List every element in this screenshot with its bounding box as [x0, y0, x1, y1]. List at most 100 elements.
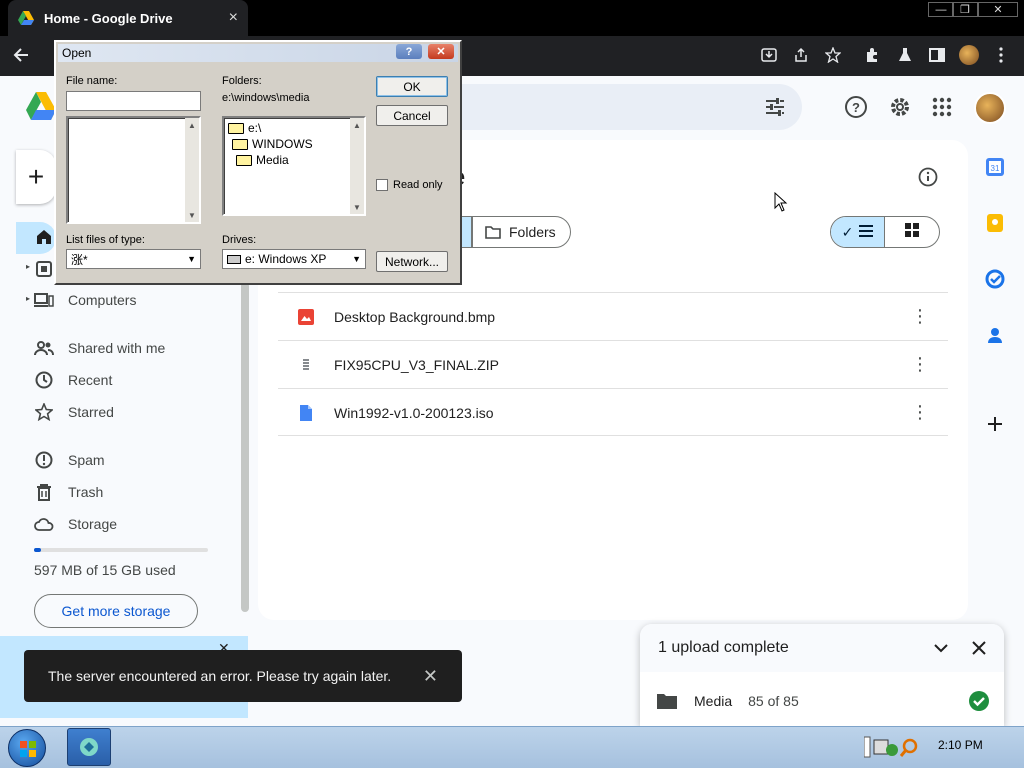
calendar-icon[interactable]: 31 — [985, 157, 1007, 179]
close-panel-icon[interactable] — [972, 641, 986, 655]
expand-arrow-icon[interactable]: ▸ — [26, 262, 30, 271]
folders-label: Folders: — [222, 75, 262, 87]
contacts-icon[interactable] — [985, 325, 1007, 347]
dropdown-arrow-icon[interactable]: ▼ — [352, 254, 361, 264]
storage-usage-fill — [34, 548, 41, 552]
dropdown-arrow-icon[interactable]: ▼ — [187, 254, 196, 264]
clock-icon — [34, 370, 54, 390]
apps-grid-icon[interactable] — [930, 95, 954, 119]
taskbar-clock: 2:10 PM — [938, 738, 983, 752]
open-folder-icon — [228, 122, 244, 134]
extensions-puzzle-icon[interactable] — [862, 44, 884, 66]
sidebar-item-trash[interactable]: Trash — [34, 480, 103, 504]
file-row[interactable]: FIX95CPU_V3_FINAL.ZIP ⋮ — [278, 340, 948, 388]
keep-icon[interactable] — [985, 213, 1007, 235]
drive-icon — [227, 254, 241, 264]
folders-chip[interactable]: Folders — [472, 216, 571, 248]
sidebar-item-spam[interactable]: Spam — [34, 448, 105, 472]
home-icon[interactable] — [35, 228, 53, 251]
mouse-cursor-icon — [774, 191, 788, 217]
read-only-checkbox[interactable]: Read only — [376, 179, 443, 191]
sidebar-scrollbar[interactable] — [241, 282, 249, 612]
browser-tab[interactable]: Home - Google Drive × — [8, 0, 248, 36]
profile-avatar-icon[interactable] — [958, 44, 980, 66]
expand-arrow-icon[interactable]: ▸ — [26, 294, 30, 303]
bookmark-star-icon[interactable] — [822, 44, 844, 66]
people-icon — [34, 338, 54, 358]
taskbar-app-button[interactable] — [67, 728, 111, 766]
window-restore-button[interactable]: ❐ — [952, 2, 978, 17]
window-minimize-button[interactable]: — — [928, 2, 954, 17]
open-folder-icon — [236, 154, 252, 166]
file-row[interactable]: Desktop Background.bmp ⋮ — [278, 292, 948, 340]
snackbar-close-icon[interactable]: ✕ — [423, 666, 438, 687]
dialog-close-button[interactable]: ✕ — [428, 44, 454, 59]
folder-icon — [485, 225, 501, 239]
storage-usage-bar — [34, 548, 208, 552]
dialog-help-button[interactable]: ? — [396, 44, 422, 59]
share-icon[interactable] — [790, 44, 812, 66]
file-list-scrollbar[interactable]: ▲ ▼ — [185, 118, 199, 222]
account-avatar[interactable] — [974, 92, 1006, 124]
sidebar-item-storage[interactable]: Storage — [34, 512, 117, 536]
add-addon-plus-icon[interactable] — [985, 414, 1007, 436]
side-panel-icon[interactable] — [926, 44, 948, 66]
my-drive-icon[interactable] — [35, 260, 53, 283]
network-button[interactable]: Network... — [376, 251, 448, 272]
folder-item-media[interactable]: Media — [236, 153, 289, 167]
grid-view-button[interactable] — [885, 217, 939, 247]
install-app-icon[interactable] — [758, 44, 780, 66]
info-icon[interactable] — [918, 167, 938, 192]
file-type-select[interactable]: 涨* ▼ — [66, 249, 201, 269]
drive-value: e: Windows XP — [245, 252, 327, 266]
sidebar-item-label: Spam — [68, 452, 105, 468]
drive-select[interactable]: e: Windows XP ▼ — [222, 249, 366, 269]
tasks-icon[interactable] — [985, 269, 1007, 291]
window-close-button[interactable]: ✕ — [978, 2, 1018, 17]
upload-item[interactable]: Media 85 of 85 — [656, 688, 990, 714]
drives-label: Drives: — [222, 234, 257, 246]
upload-panel-title: 1 upload complete — [658, 639, 789, 656]
upload-panel-header: 1 upload complete — [640, 624, 1004, 672]
help-icon[interactable]: ? — [844, 95, 868, 119]
read-only-label: Read only — [393, 179, 443, 191]
more-options-icon[interactable]: ⋮ — [910, 306, 930, 327]
star-icon — [34, 402, 54, 422]
folder-item-windows[interactable]: WINDOWS — [232, 137, 313, 151]
sidebar-item-shared-with-me[interactable]: Shared with me — [34, 336, 165, 360]
view-toggle[interactable]: ✓ — [830, 216, 940, 248]
sidebar-item-recent[interactable]: Recent — [34, 368, 112, 392]
cloud-icon — [34, 514, 54, 534]
start-button[interactable] — [8, 729, 46, 767]
settings-gear-icon[interactable] — [888, 95, 912, 119]
folder-tree[interactable]: e:\ WINDOWS Media ▲ ▼ — [222, 116, 366, 216]
file-name: Desktop Background.bmp — [334, 308, 496, 325]
back-arrow-icon[interactable] — [10, 44, 32, 66]
more-options-icon[interactable]: ⋮ — [910, 402, 930, 423]
tab-close-icon[interactable]: × — [229, 9, 238, 27]
labs-flask-icon[interactable] — [894, 44, 916, 66]
get-more-storage-button[interactable]: Get more storage — [34, 594, 198, 628]
folder-tree-scrollbar[interactable]: ▲ ▼ — [350, 118, 364, 214]
search-bar[interactable] — [440, 84, 802, 130]
cancel-button[interactable]: Cancel — [376, 105, 448, 126]
image-file-icon — [296, 307, 316, 327]
sidebar-item-starred[interactable]: Starred — [34, 400, 114, 424]
file-row[interactable]: Win1992-v1.0-200123.iso ⋮ — [278, 388, 948, 436]
file-list[interactable]: ▲ ▼ — [66, 116, 201, 224]
chrome-menu-icon[interactable] — [990, 44, 1012, 66]
search-options-tune-icon[interactable] — [764, 96, 786, 123]
checkbox-box[interactable] — [376, 179, 388, 191]
folder-item-root[interactable]: e:\ — [228, 121, 261, 135]
computers-icon — [34, 290, 54, 310]
upload-item-count: 85 of 85 — [748, 693, 799, 709]
more-options-icon[interactable]: ⋮ — [910, 354, 930, 375]
sidebar-item-label: Shared with me — [68, 340, 166, 356]
file-name-input[interactable] — [66, 91, 201, 111]
new-button[interactable]: + — [16, 150, 56, 204]
list-view-button[interactable]: ✓ — [831, 217, 886, 247]
sidebar-item-computers[interactable]: Computers — [34, 288, 136, 312]
ok-button[interactable]: OK — [376, 76, 448, 97]
collapse-chevron-icon[interactable] — [934, 643, 948, 653]
google-drive-logo-icon[interactable] — [26, 90, 56, 129]
